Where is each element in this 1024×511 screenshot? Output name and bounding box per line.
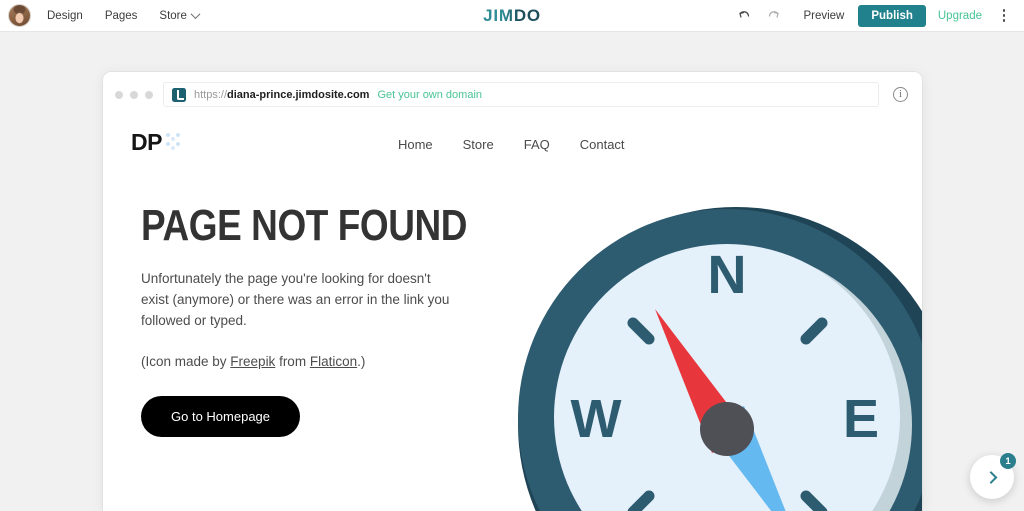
go-to-homepage-button[interactable]: Go to Homepage: [141, 395, 301, 437]
kebab-menu-icon[interactable]: [994, 5, 1014, 27]
url-text: https://diana-prince.jimdosite.com: [194, 89, 369, 101]
url-domain: diana-prince.jimdosite.com: [227, 88, 370, 101]
jimdo-favicon: [172, 87, 186, 102]
chevron-right-icon: [984, 470, 997, 484]
window-dot: [130, 90, 138, 99]
site-nav-item-faq[interactable]: FAQ: [524, 137, 550, 152]
appbar-item-design[interactable]: Design: [47, 10, 83, 22]
preview-button[interactable]: Preview: [789, 10, 858, 22]
app-top-bar: Design Pages Store JIMDO Preview Publish…: [0, 0, 1024, 32]
chevron-down-icon: [190, 9, 201, 20]
credit-middle: from: [275, 353, 310, 369]
window-dot: [115, 90, 123, 99]
appbar-nav: Design Pages Store: [47, 9, 221, 22]
appbar-item-label: Pages: [104, 9, 138, 22]
site-canvas: DP Home Store FAQ Contact N E S W: [103, 117, 922, 511]
avatar[interactable]: [8, 4, 31, 27]
compass-illustration: N E S W: [516, 205, 922, 511]
undo-icon[interactable]: [729, 1, 759, 31]
upgrade-label: Upgrade: [937, 9, 982, 22]
address-bar[interactable]: https://diana-prince.jimdosite.com Get y…: [163, 82, 879, 107]
appbar-item-store[interactable]: Store: [159, 9, 201, 22]
appbar-item-pages[interactable]: Pages: [105, 10, 138, 22]
site-nav-item-home[interactable]: Home: [398, 137, 433, 152]
flaticon-link[interactable]: Flaticon: [310, 354, 357, 369]
page-title: PAGE NOT FOUND: [141, 201, 468, 250]
get-own-domain-link[interactable]: Get your own domain: [377, 89, 482, 101]
logo-decoration-icon: [165, 132, 183, 152]
chat-widget[interactable]: 1: [970, 453, 1016, 499]
publish-button[interactable]: Publish: [858, 4, 926, 27]
site-nav-item-contact[interactable]: Contact: [580, 137, 625, 152]
site-logo[interactable]: DP: [131, 129, 183, 156]
error-description: Unfortunately the page you're looking fo…: [141, 271, 450, 329]
compass-label-west: W: [571, 389, 622, 449]
site-header: DP Home Store FAQ Contact: [103, 117, 922, 156]
url-scheme: https://: [194, 88, 228, 101]
jimdo-logo: JIMDO: [483, 5, 541, 25]
appbar-item-label: Store: [159, 9, 187, 22]
compass-needle-blue: [707, 406, 786, 511]
compass-hub: [700, 402, 754, 456]
window-dot: [145, 90, 153, 99]
site-nav: Home Store FAQ Contact: [398, 134, 625, 152]
info-glyph: i: [899, 89, 902, 100]
freepik-link[interactable]: Freepik: [230, 354, 275, 369]
info-icon[interactable]: i: [893, 87, 908, 102]
appbar-item-label: Design: [47, 9, 83, 22]
preview-label: Preview: [803, 9, 845, 22]
compass-label-north: N: [708, 245, 747, 305]
error-copy-block: PAGE NOT FOUND Unfortunately the page yo…: [141, 201, 471, 437]
browser-preview-frame: https://diana-prince.jimdosite.com Get y…: [103, 72, 922, 511]
site-logo-text: DP: [131, 129, 162, 155]
compass-label-east: E: [843, 389, 879, 449]
appbar-actions: Preview Publish Upgrade: [729, 1, 1024, 31]
credit-prefix: (Icon made by: [141, 353, 231, 369]
credit-suffix: .): [357, 353, 366, 369]
compass-ticks: [627, 317, 828, 511]
icon-credit: (Icon made by Freepik from Flaticon.): [141, 354, 471, 369]
chat-unread-badge: 1: [1000, 453, 1016, 469]
compass-needle-red: [655, 309, 749, 453]
upgrade-button[interactable]: Upgrade: [926, 10, 994, 22]
window-control-dots: [111, 90, 163, 99]
site-nav-item-store[interactable]: Store: [463, 137, 494, 152]
browser-chrome-bar: https://diana-prince.jimdosite.com Get y…: [103, 72, 922, 117]
redo-icon[interactable]: [759, 1, 789, 31]
publish-label: Publish: [871, 9, 913, 22]
